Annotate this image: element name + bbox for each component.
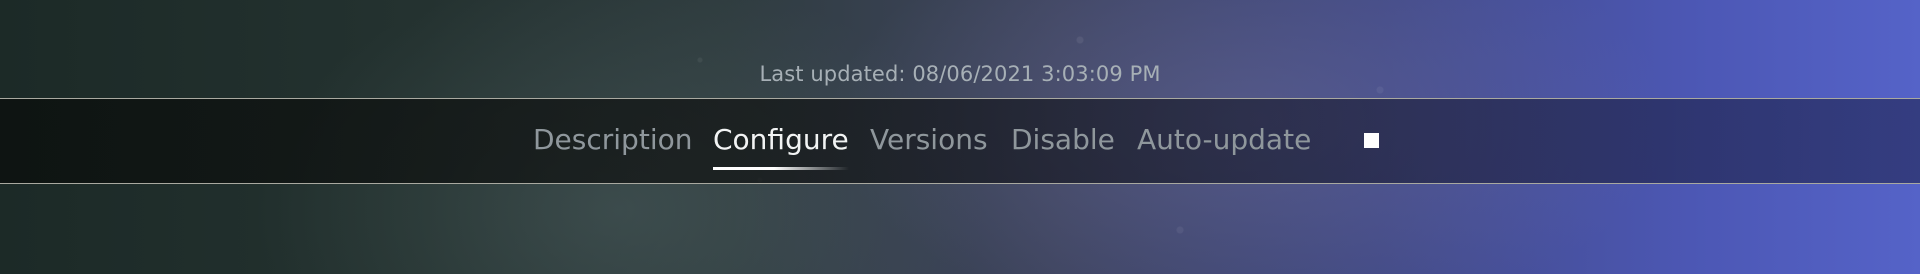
tab-versions[interactable]: Versions [870, 123, 988, 156]
last-updated-text: Last updated: 08/06/2021 3:03:09 PM [759, 62, 1161, 86]
tab-bar: Description Configure Versions Disable A… [0, 98, 1920, 184]
active-tab-underline [713, 167, 849, 170]
stop-icon[interactable] [1364, 133, 1379, 148]
tab-auto-update[interactable]: Auto-update [1137, 123, 1311, 156]
tab-list: Description Configure Versions Disable A… [0, 99, 1920, 183]
tab-label: Auto-update [1137, 123, 1312, 156]
tab-configure[interactable]: Configure [713, 123, 849, 170]
tab-label: Versions [870, 123, 988, 156]
tab-description[interactable]: Description [533, 123, 692, 156]
tab-label: Description [533, 123, 693, 156]
tab-label: Disable [1011, 123, 1115, 156]
tab-disable[interactable]: Disable [1011, 123, 1115, 156]
tab-label: Configure [713, 123, 849, 156]
